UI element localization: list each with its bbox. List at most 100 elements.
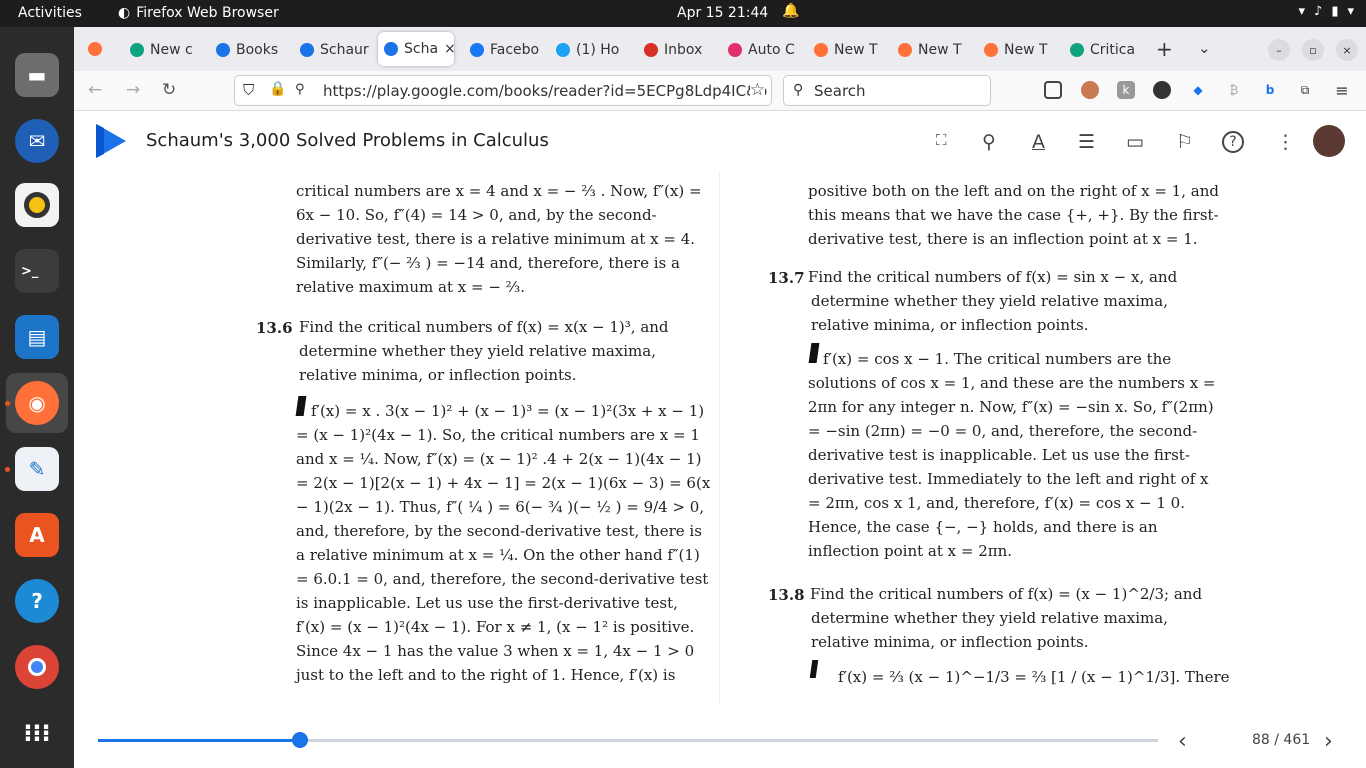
display-options-icon[interactable]: A (1032, 131, 1045, 153)
reader-header: Schaum's 3,000 Solved Problems in Calcul… (74, 111, 1366, 171)
text-line: determine whether they yield relative ma… (299, 342, 656, 360)
show-apps-icon[interactable]: ⁝⁝⁝ (15, 711, 59, 755)
list-tabs-icon[interactable]: ⌄ (1198, 39, 1211, 57)
chrome-icon[interactable] (15, 645, 59, 689)
lock-icon[interactable]: 🔒 (269, 81, 286, 97)
text-line: Since 4x − 1 has the value 3 when x = 1,… (296, 642, 695, 660)
text-line: f′(x) = (x − 1)²(4x − 1). For x ≠ 1, (x … (296, 618, 695, 636)
text-line: and, therefore, by the second-derivative… (296, 522, 702, 540)
help-icon[interactable]: ? (15, 579, 59, 623)
tab[interactable]: Inbox (644, 36, 718, 64)
text-line: relative maximum at x = − ⅔. (296, 278, 525, 296)
libreoffice-writer-icon[interactable]: ▤ (15, 315, 59, 359)
text-line: relative minima, or inflection points. (811, 316, 1089, 334)
tab-favicon (814, 43, 828, 57)
problem-13-6-solution: f′(x) = x . 3(x − 1)² + (x − 1)³ = (x − … (296, 399, 710, 687)
fullscreen-icon[interactable]: ⛶ (936, 131, 947, 149)
tab[interactable]: Facebo (470, 36, 550, 64)
search-input[interactable]: ⚲ Search (783, 75, 991, 106)
text-line: determine whether they yield relative ma… (811, 292, 1168, 310)
tab[interactable]: (1) Ho (556, 36, 634, 64)
forward-icon[interactable]: → (126, 80, 140, 100)
two-page-icon[interactable]: ▭ (1126, 131, 1144, 153)
menu-icon[interactable]: ≡ (1333, 81, 1351, 100)
bell-icon: 🔔 (782, 3, 800, 19)
tab[interactable]: Schaur (300, 36, 374, 64)
thunderbird-icon[interactable]: ✉ (15, 119, 59, 163)
wifi-icon: ▾ (1298, 4, 1306, 19)
minimize-icon[interactable]: – (1268, 39, 1290, 61)
system-top-bar: Activities ◐ Firefox Web Browser Apr 15 2… (0, 0, 1366, 27)
reload-icon[interactable]: ↻ (162, 80, 176, 100)
google-play-books-logo[interactable] (96, 124, 126, 158)
url-bar[interactable]: ⛉ 🔒 ⚲ https://play.google.com/books/read… (234, 75, 772, 106)
page-divider (719, 171, 720, 703)
bookmark-star-icon[interactable]: ☆ (749, 80, 765, 100)
extension-avatar-icon[interactable] (1081, 81, 1099, 99)
firefox-icon[interactable]: ◉ (15, 381, 59, 425)
extension-icon[interactable] (1153, 81, 1171, 99)
tab[interactable]: New T (898, 36, 974, 64)
search-icon: ⚲ (793, 82, 804, 98)
firefox-view-icon[interactable] (88, 42, 102, 56)
text-line: a relative minimum at x = ¼. On the othe… (296, 546, 700, 564)
tab-active[interactable]: Scha × (378, 32, 454, 66)
text-line: solutions of cos x = 1, and these are th… (808, 374, 1216, 392)
problem-13-8-question: Find the critical numbers of f(x) = (x −… (810, 582, 1202, 654)
text-line: derivative test, there is a relative min… (296, 230, 696, 248)
extensions-puzzle-icon[interactable]: ⧉ (1296, 81, 1314, 99)
text-editor-icon[interactable]: ✎ (15, 447, 59, 491)
tab[interactable]: Books (216, 36, 292, 64)
problem-13-7-solution: f′(x) = cos x − 1. The critical numbers … (808, 347, 1216, 563)
activities-button[interactable]: Activities (18, 5, 82, 21)
extension-icon[interactable]: k (1117, 81, 1135, 99)
problem-number: 13.7 (768, 269, 805, 287)
tab-favicon (898, 43, 912, 57)
text-line: = 2(x − 1)[2(x − 1) + 4x − 1] = 2(x − 1)… (296, 474, 711, 492)
terminal-icon[interactable]: >_ (15, 249, 59, 293)
app-menu[interactable]: ◐ Firefox Web Browser (118, 5, 279, 21)
help-icon[interactable]: ? (1222, 131, 1244, 153)
close-tab-icon[interactable]: × (444, 41, 454, 57)
tab[interactable]: New T (814, 36, 890, 64)
shield-icon[interactable]: ⛉ (243, 81, 254, 99)
permissions-icon[interactable]: ⚲ (295, 82, 305, 97)
close-window-icon[interactable]: × (1336, 39, 1358, 61)
tab[interactable]: Critica (1070, 36, 1148, 64)
back-icon[interactable]: ← (88, 80, 102, 100)
text-line: f′(x) = cos x − 1. The critical numbers … (823, 350, 1172, 368)
rhythmbox-icon[interactable] (15, 183, 59, 227)
tab-favicon (1070, 43, 1084, 57)
tab[interactable]: New c (130, 36, 210, 64)
files-icon[interactable]: ▬ (15, 53, 59, 97)
tab[interactable]: Auto C (728, 36, 804, 64)
avatar[interactable] (1313, 125, 1345, 157)
text-line: Find the critical numbers of f(x) = (x −… (810, 585, 1203, 603)
more-options-icon[interactable]: ⋮ (1276, 131, 1295, 153)
text-line: relative minima, or inflection points. (299, 366, 577, 384)
running-indicator (5, 401, 10, 406)
progress-slider-handle[interactable] (292, 732, 309, 748)
bing-icon[interactable]: b (1261, 81, 1279, 99)
restore-icon[interactable]: ▫ (1302, 39, 1324, 61)
text-line: f′(x) = ⅔ (x − 1)^−1/3 = ⅔ [1 / (x − 1)^… (838, 668, 1230, 686)
app-name: Firefox Web Browser (136, 5, 279, 21)
tab[interactable]: New T (984, 36, 1060, 64)
text-line: is inapplicable. Let us use the first-de… (296, 594, 678, 612)
url-text: https://play.google.com/books/reader?id=… (323, 81, 768, 100)
pocket-icon[interactable] (1044, 81, 1062, 99)
search-icon[interactable]: ⚲ (982, 131, 996, 153)
new-tab-icon[interactable]: + (1156, 37, 1173, 61)
clock[interactable]: Apr 15 21:44 (677, 5, 768, 21)
system-tray[interactable]: ▾ ♪ ▮ ▾ (1298, 4, 1354, 19)
next-page-icon[interactable]: › (1324, 729, 1333, 754)
page-progress-slider[interactable] (98, 739, 1158, 742)
app-center-icon[interactable]: A (15, 513, 59, 557)
bookmark-icon[interactable]: ⚐ (1176, 131, 1193, 153)
contents-icon[interactable]: ☰ (1078, 131, 1095, 153)
text-line: relative minima, or inflection points. (811, 633, 1089, 651)
extension-icon[interactable]: ₿ (1225, 81, 1243, 99)
previous-page-icon[interactable]: ‹ (1178, 729, 1187, 754)
problem-13-7-question: Find the critical numbers of f(x) = sin … (808, 265, 1177, 337)
extension-icon[interactable]: ◆ (1189, 81, 1207, 99)
